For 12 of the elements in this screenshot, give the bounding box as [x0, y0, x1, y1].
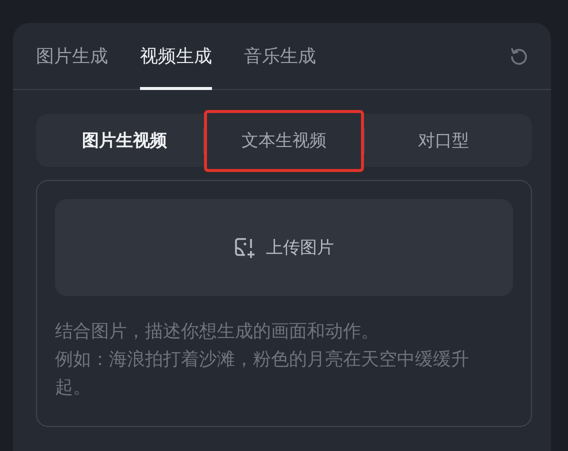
placeholder-text: 例如：海浪拍打着沙滩，粉色的月亮在天空中缓缓升起。	[55, 348, 470, 400]
prompt-field[interactable]: 上传图片 结合图片，描述你想生成的画面和动作。 例如：海浪拍打着沙滩，粉色的月亮在天空中缓缓升起。	[36, 180, 532, 427]
placeholder-text: 结合图片，描述你想生成的画面和动作。	[55, 320, 379, 344]
mode-tab[interactable]: 文本生视频	[204, 110, 364, 172]
refresh-icon[interactable]	[509, 46, 529, 66]
tab[interactable]: 图片生成	[36, 23, 108, 90]
tab[interactable]: 视频生成	[140, 23, 212, 90]
upload-button[interactable]: 上传图片	[55, 199, 513, 296]
mode-tab[interactable]: 对口型	[364, 114, 522, 167]
image-add-icon	[234, 236, 256, 258]
tab[interactable]: 音乐生成	[244, 23, 316, 90]
mode-tab[interactable]: 图片生视频	[46, 114, 204, 167]
